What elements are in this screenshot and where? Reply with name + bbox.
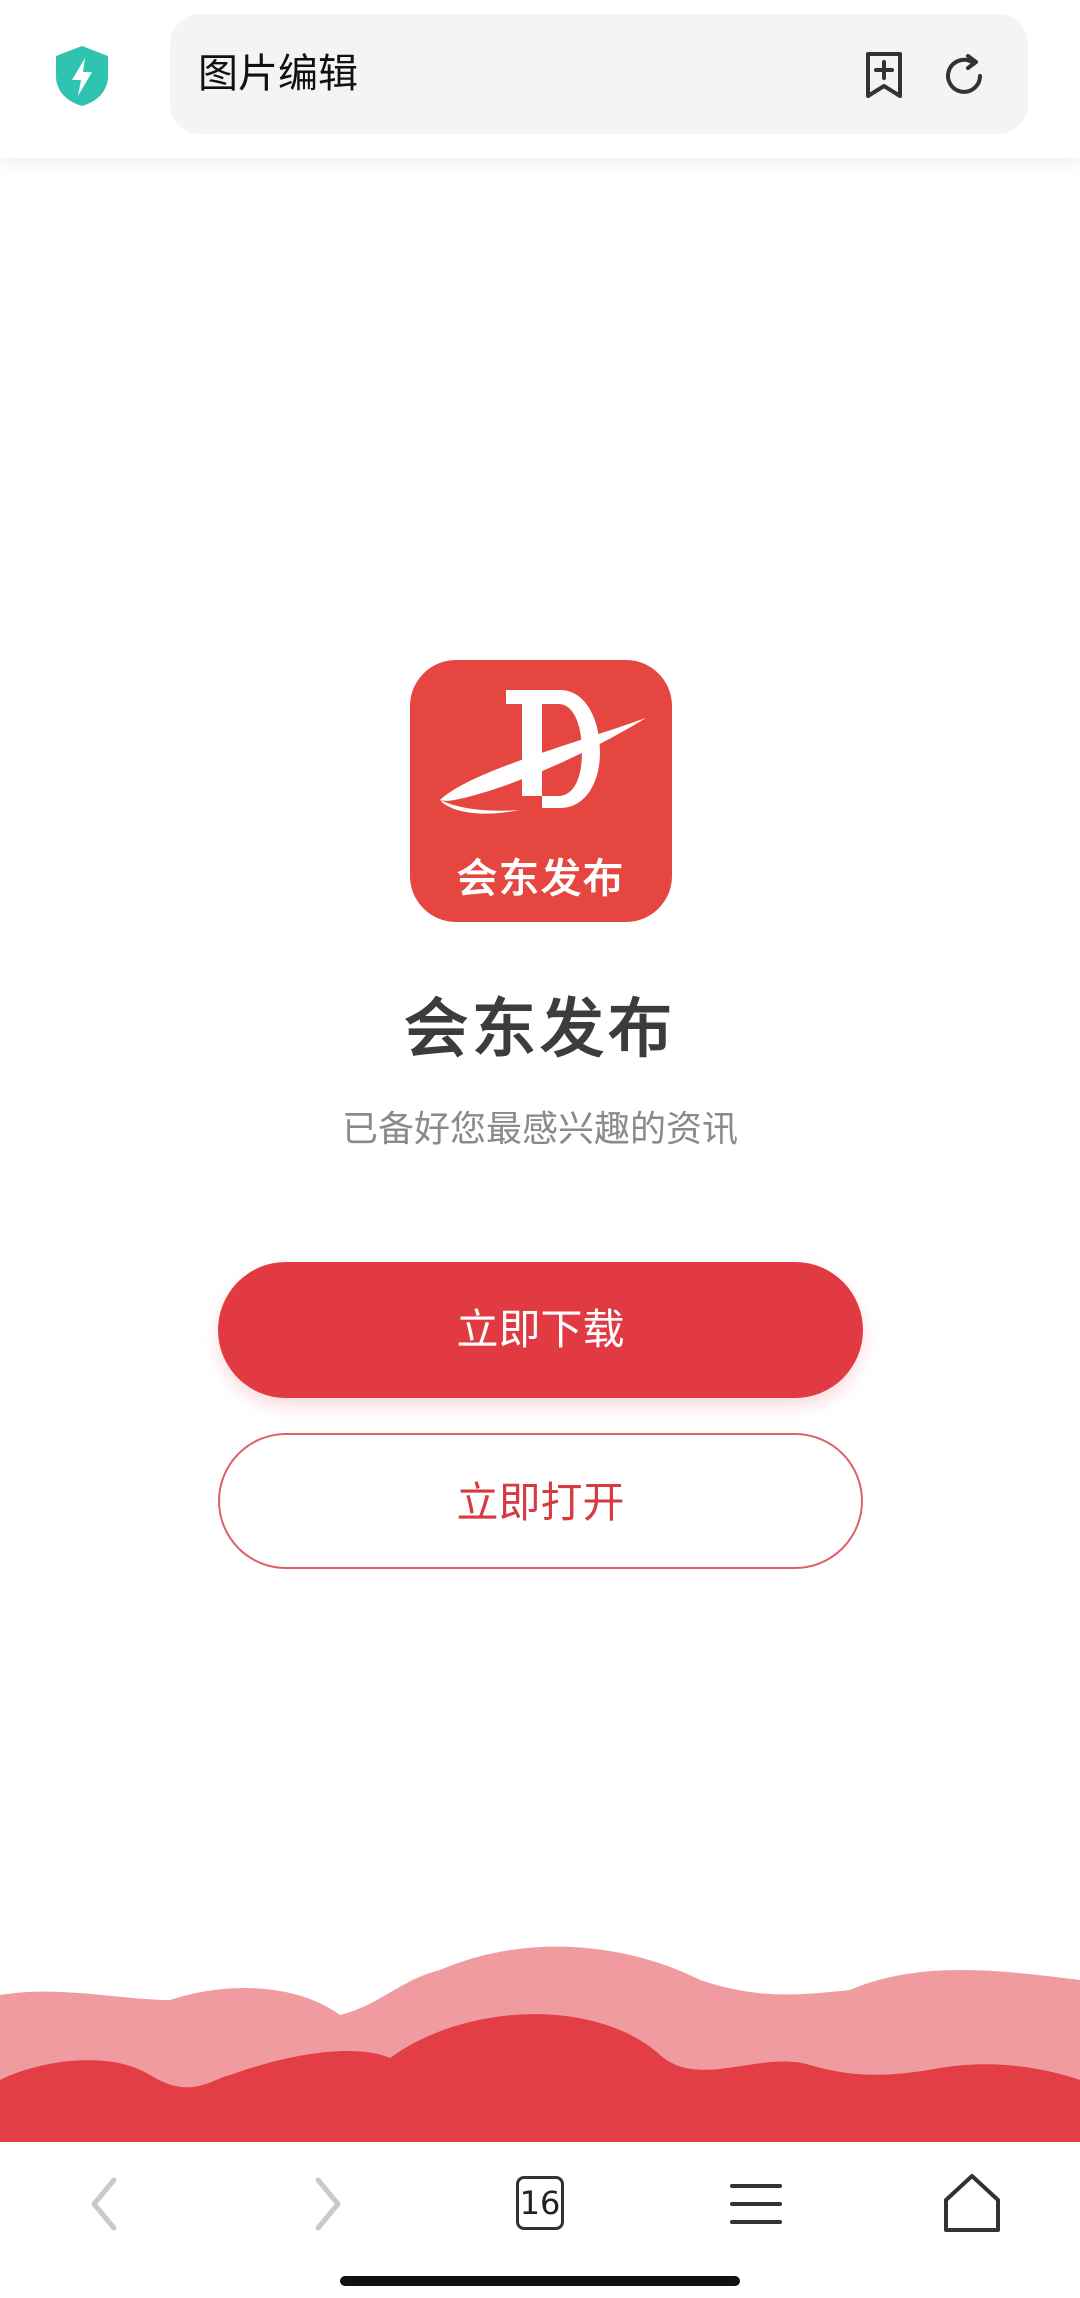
download-button[interactable]: 立即下载 xyxy=(218,1262,863,1398)
decorative-hills xyxy=(0,1946,1080,2145)
tab-count: 16 xyxy=(516,2176,564,2230)
app-name: 会东发布 xyxy=(404,993,676,1067)
open-app-button[interactable]: 立即打开 xyxy=(218,1433,863,1569)
refresh-icon[interactable] xyxy=(940,52,988,100)
browser-top-bar: 图片编辑 xyxy=(0,0,1080,158)
home-indicator xyxy=(340,2276,740,2286)
bookmark-add-icon[interactable] xyxy=(860,50,908,100)
chevron-left-icon[interactable] xyxy=(64,2164,144,2244)
app-slogan: 已备好您最感兴趣的资讯 xyxy=(341,1109,738,1150)
logo-text: 会东发布 xyxy=(457,856,625,902)
browser-bottom-nav: 16 xyxy=(0,2142,1080,2298)
address-text[interactable]: 图片编辑 xyxy=(198,14,358,134)
home-icon[interactable] xyxy=(932,2164,1012,2244)
shield-bolt-icon[interactable] xyxy=(52,44,112,108)
menu-icon[interactable] xyxy=(716,2164,796,2244)
tabs-icon[interactable]: 16 xyxy=(500,2164,580,2244)
chevron-right-icon[interactable] xyxy=(288,2164,368,2244)
app-logo: 会东发布 xyxy=(410,660,672,922)
address-bar[interactable]: 图片编辑 xyxy=(170,14,1028,134)
